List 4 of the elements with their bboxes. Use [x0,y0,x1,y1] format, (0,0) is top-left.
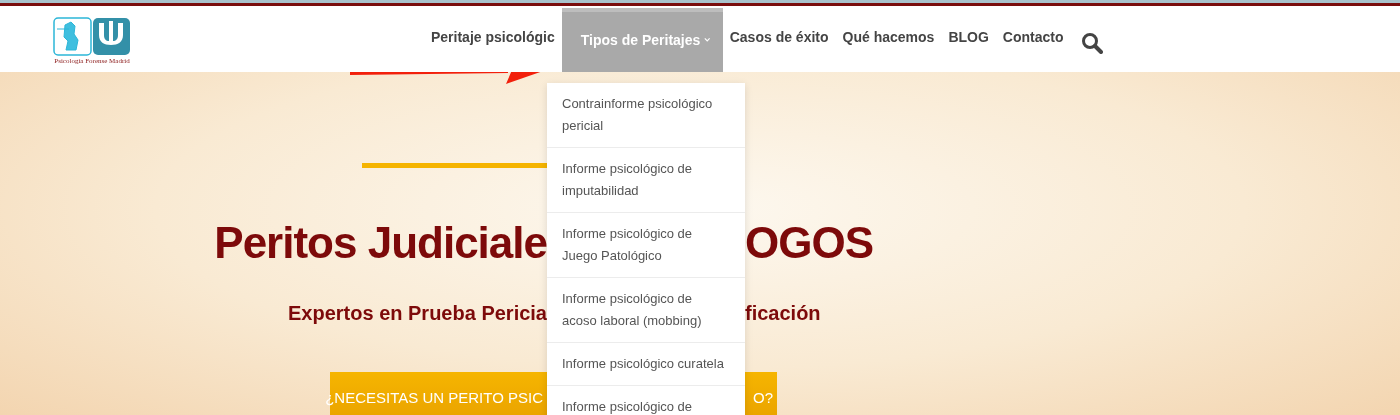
hero-title: OGOS [745,218,875,268]
hero-subtitle: Expertos en Prueba Pericia [288,301,547,326]
hero-title: Peritos Judiciale [214,218,547,268]
hero-subtitle: ficación [745,301,822,326]
